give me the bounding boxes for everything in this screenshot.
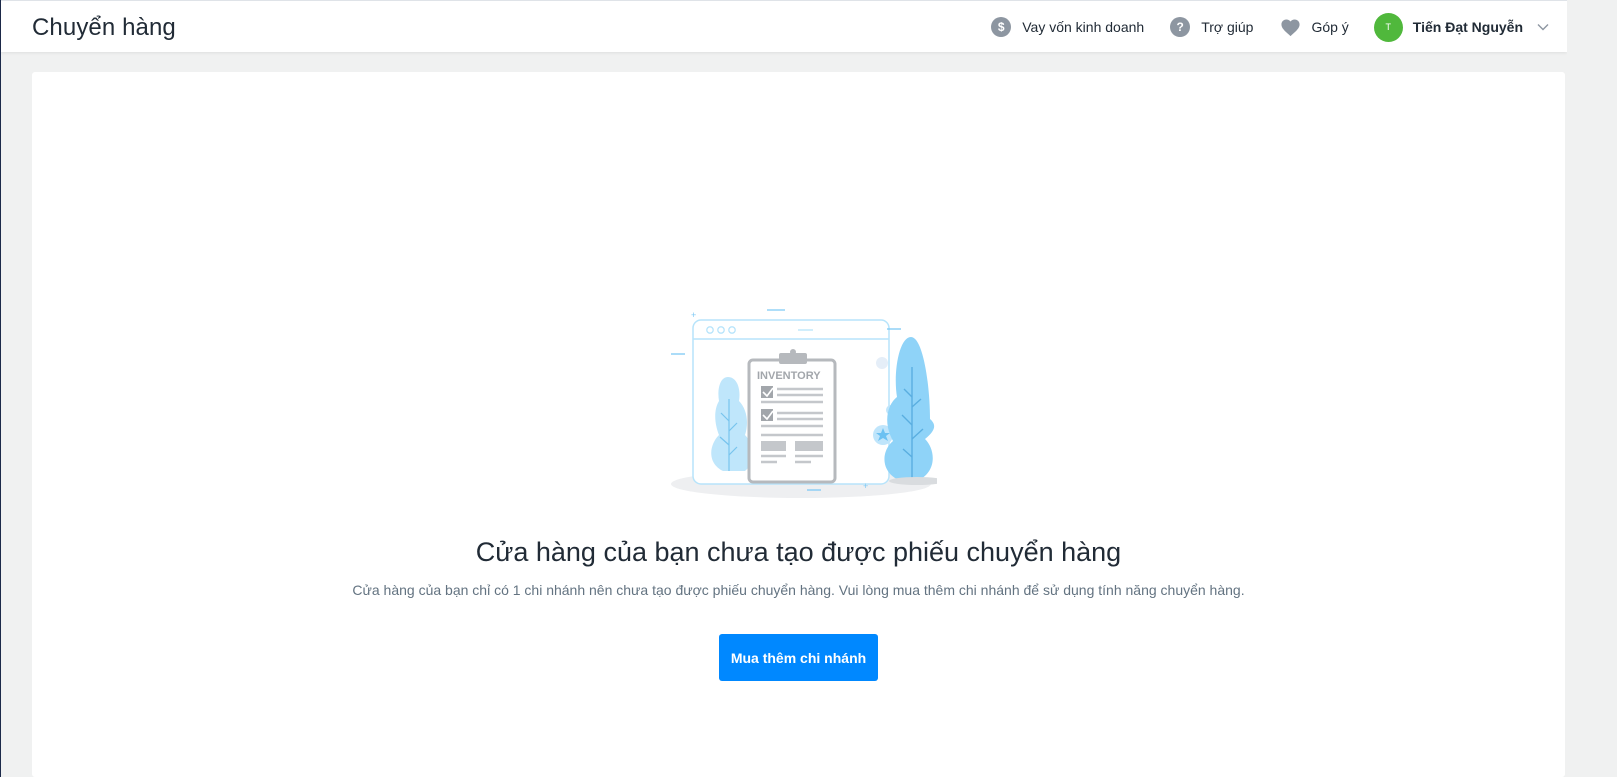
empty-state-title: Cửa hàng của bạn chưa tạo được phiếu chu… xyxy=(475,537,1122,567)
page-right-gutter xyxy=(1567,0,1617,777)
inventory-label: INVENTORY xyxy=(757,370,821,382)
top-header-bar: Chuyển hàng $ Vay vốn kinh doanh ? Trợ g… xyxy=(1,0,1567,52)
user-menu[interactable]: T Tiến Đạt Nguyễn xyxy=(1373,12,1549,42)
chevron-down-icon xyxy=(1537,21,1549,33)
loan-label: Vay vốn kinh doanh xyxy=(1022,19,1145,35)
avatar: T xyxy=(1373,12,1403,42)
loan-link[interactable]: $ Vay vốn kinh doanh xyxy=(991,17,1144,37)
help-icon: ? xyxy=(1170,17,1191,37)
feedback-link[interactable]: Góp ý xyxy=(1279,17,1349,37)
help-link[interactable]: ? Trợ giúp xyxy=(1170,17,1253,37)
buy-branch-button[interactable]: Mua thêm chi nhánh xyxy=(719,634,878,681)
empty-state-description: Cửa hàng của bạn chỉ có 1 chi nhánh nên … xyxy=(352,582,1245,598)
help-label: Trợ giúp xyxy=(1201,19,1254,35)
inventory-illustration: + + INVENTORY xyxy=(665,301,945,506)
content-card: + + INVENTORY Cửa hàng của bạn chưa tạo … xyxy=(32,72,1565,777)
svg-text:+: + xyxy=(691,310,696,320)
user-name: Tiến Đạt Nguyễn xyxy=(1412,19,1523,35)
feedback-label: Góp ý xyxy=(1311,19,1349,35)
page-title: Chuyển hàng xyxy=(32,14,176,41)
header-nav: $ Vay vốn kinh doanh ? Trợ giúp Góp ý T … xyxy=(965,12,1549,42)
dollar-icon: $ xyxy=(991,17,1012,37)
window-edge xyxy=(0,0,1,777)
heart-icon xyxy=(1279,17,1301,37)
svg-text:+: + xyxy=(863,481,868,491)
